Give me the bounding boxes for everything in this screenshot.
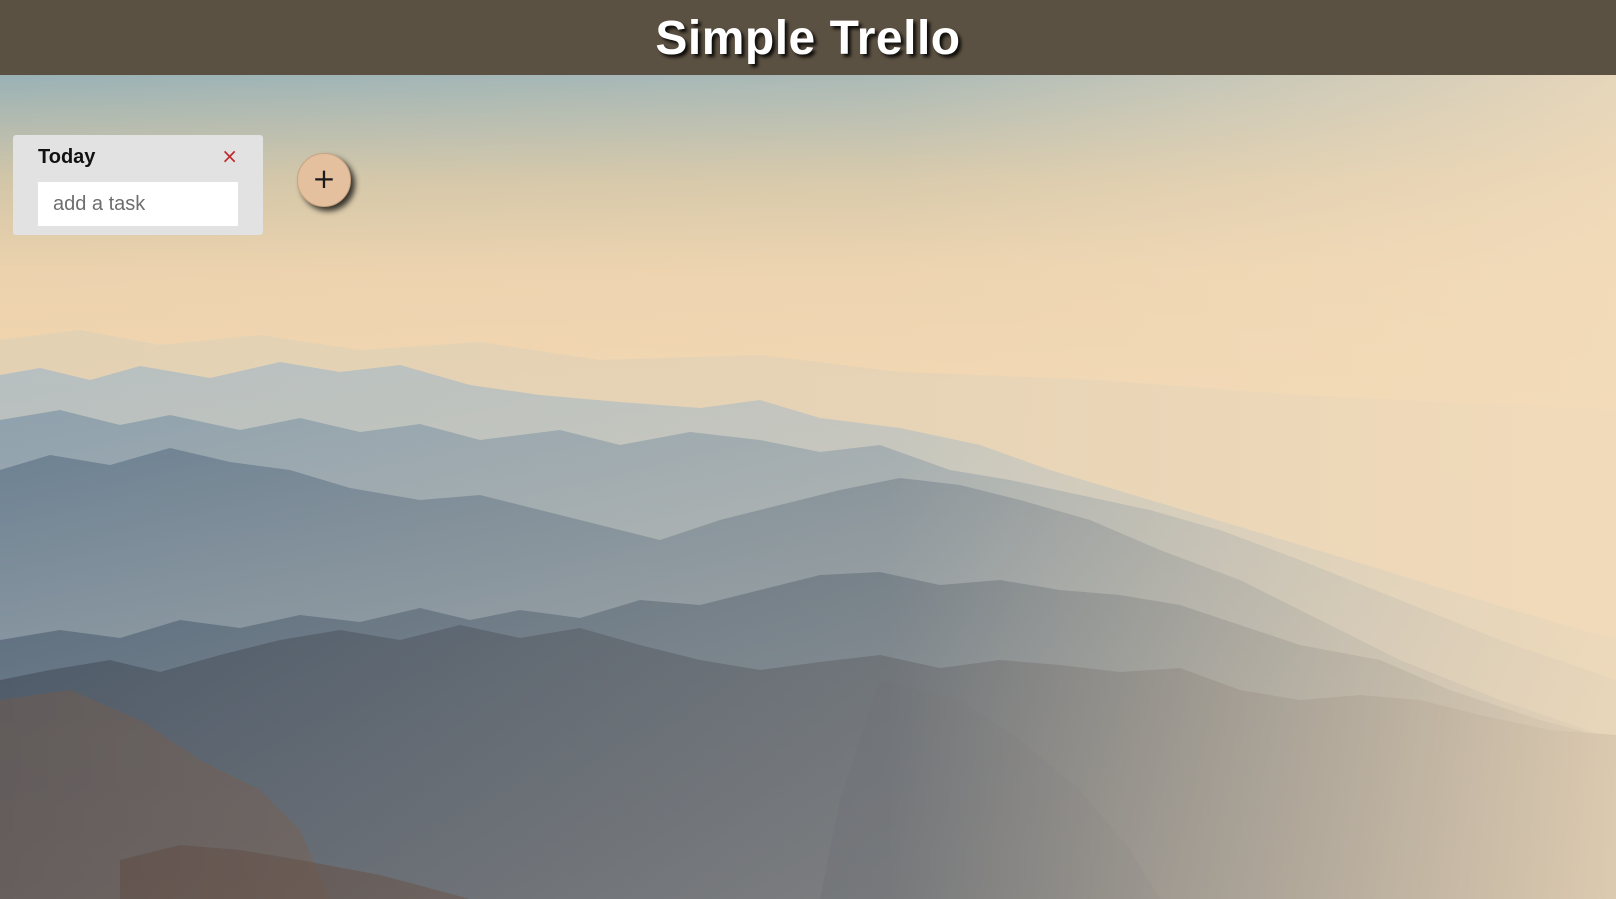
close-icon[interactable]: ×: [221, 146, 238, 166]
list-header: Today ×: [38, 145, 238, 168]
list-title: Today: [38, 145, 96, 168]
add-task-input[interactable]: [38, 182, 238, 226]
app-title: Simple Trello: [655, 11, 961, 65]
list-today: Today ×: [13, 135, 263, 235]
plus-icon: +: [312, 162, 336, 195]
add-list-button[interactable]: +: [297, 153, 351, 207]
app-header: Simple Trello: [0, 0, 1616, 75]
board: Today × +: [0, 75, 1616, 899]
